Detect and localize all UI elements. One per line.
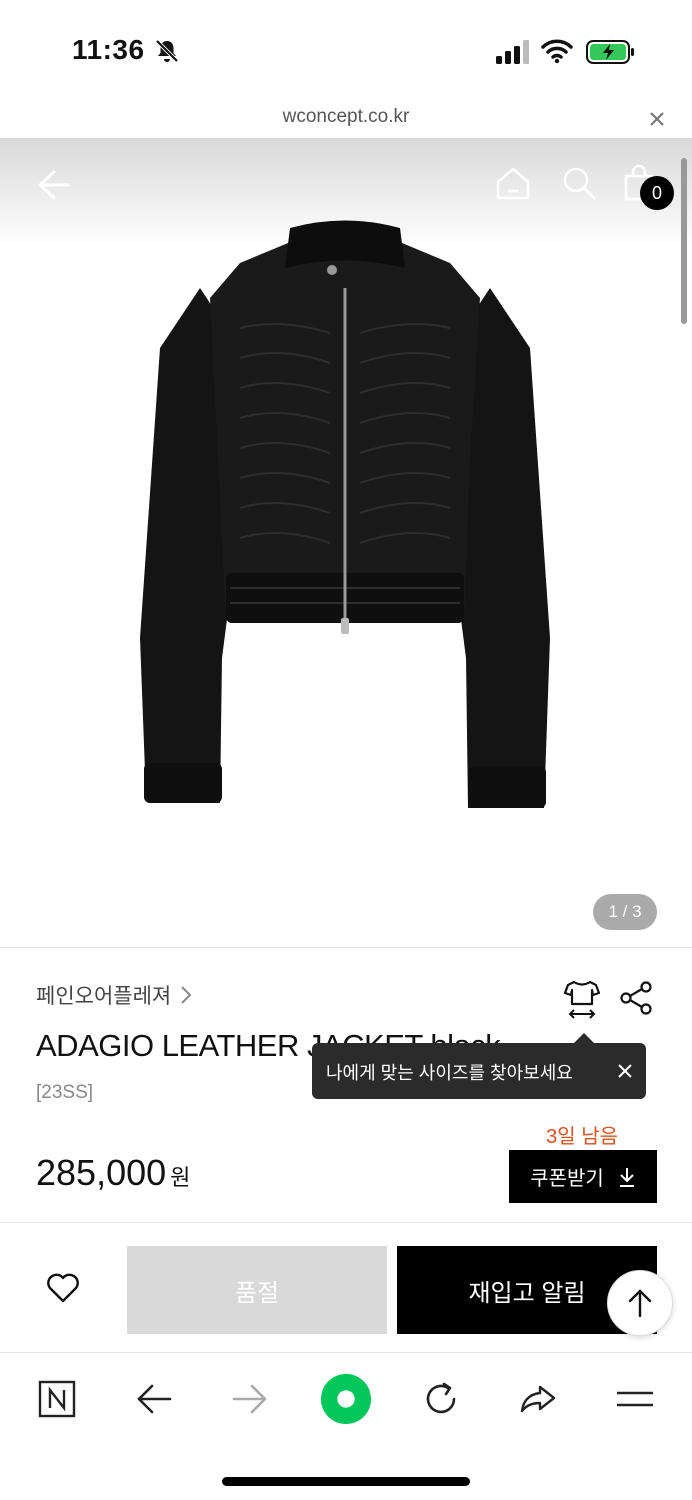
divider — [0, 1222, 692, 1223]
close-icon[interactable] — [646, 108, 668, 130]
share-icon[interactable] — [618, 980, 654, 1016]
chevron-right-icon — [181, 986, 192, 1004]
naver-green-button[interactable] — [318, 1371, 374, 1427]
reload-icon — [426, 1382, 456, 1414]
browser-back-button[interactable] — [132, 1377, 176, 1421]
heart-icon[interactable] — [46, 1272, 80, 1304]
coupon-days-left: 3일 남음 — [546, 1126, 618, 1148]
home-icon[interactable] — [494, 164, 532, 202]
tooltip-text: 나에게 맞는 사이즈를 찾아보세요 — [326, 1063, 573, 1083]
arrow-up-icon — [628, 1289, 652, 1318]
url-bar[interactable]: wconcept.co.kr — [0, 100, 692, 138]
battery-charging-icon — [586, 40, 634, 64]
price-value: 285,000 — [36, 1152, 167, 1193]
product-image-gallery[interactable]: 0 1 / 3 — [0, 138, 692, 948]
browser-toolbar — [0, 1352, 692, 1500]
bell-slash-icon — [155, 39, 179, 63]
scroll-indicator — [681, 158, 687, 324]
scroll-to-top-button[interactable] — [607, 1270, 673, 1336]
gallery-page-indicator: 1 / 3 — [593, 894, 657, 930]
back-arrow-icon[interactable] — [34, 166, 72, 204]
price-currency: 원 — [170, 1165, 191, 1190]
coupon-download-button[interactable]: 쿠폰받기 — [509, 1150, 657, 1203]
naver-n-icon — [38, 1380, 76, 1418]
wifi-icon — [541, 39, 573, 64]
brand-link[interactable]: 페인오어플레져 — [36, 980, 193, 1010]
browser-forward-button[interactable] — [228, 1377, 272, 1421]
divider — [0, 947, 692, 948]
naver-home-button[interactable] — [35, 1377, 79, 1421]
hamburger-menu-icon — [617, 1391, 653, 1407]
close-icon[interactable] — [616, 1062, 634, 1080]
download-icon — [619, 1167, 634, 1187]
naver-green-circle-icon — [320, 1373, 372, 1425]
share-page-button[interactable] — [516, 1377, 560, 1421]
price: 285,000 원 — [36, 1152, 190, 1194]
cellular-signal-icon — [496, 40, 529, 64]
product-image[interactable] — [130, 218, 560, 818]
coupon-button-label: 쿠폰받기 — [530, 1168, 604, 1190]
search-icon[interactable] — [560, 164, 598, 202]
menu-button[interactable] — [613, 1377, 657, 1421]
reload-button[interactable] — [419, 1377, 463, 1421]
season-tag: [23SS] — [36, 1082, 94, 1103]
arrow-left-icon — [137, 1384, 172, 1414]
status-time: 11:36 — [72, 34, 145, 65]
size-guide-icon[interactable] — [562, 978, 602, 1020]
status-bar: 11:36 — [0, 0, 692, 100]
size-tooltip: 나에게 맞는 사이즈를 찾아보세요 — [312, 1033, 646, 1099]
url-text[interactable]: wconcept.co.kr — [0, 106, 692, 128]
brand-name[interactable]: 페인오어플레져 — [36, 980, 171, 1010]
cart-count-badge[interactable]: 0 — [640, 176, 674, 210]
arrow-right-icon — [232, 1384, 267, 1414]
home-indicator — [222, 1477, 470, 1486]
share-arrow-icon — [520, 1385, 556, 1413]
soldout-button[interactable]: 품절 — [127, 1246, 387, 1334]
